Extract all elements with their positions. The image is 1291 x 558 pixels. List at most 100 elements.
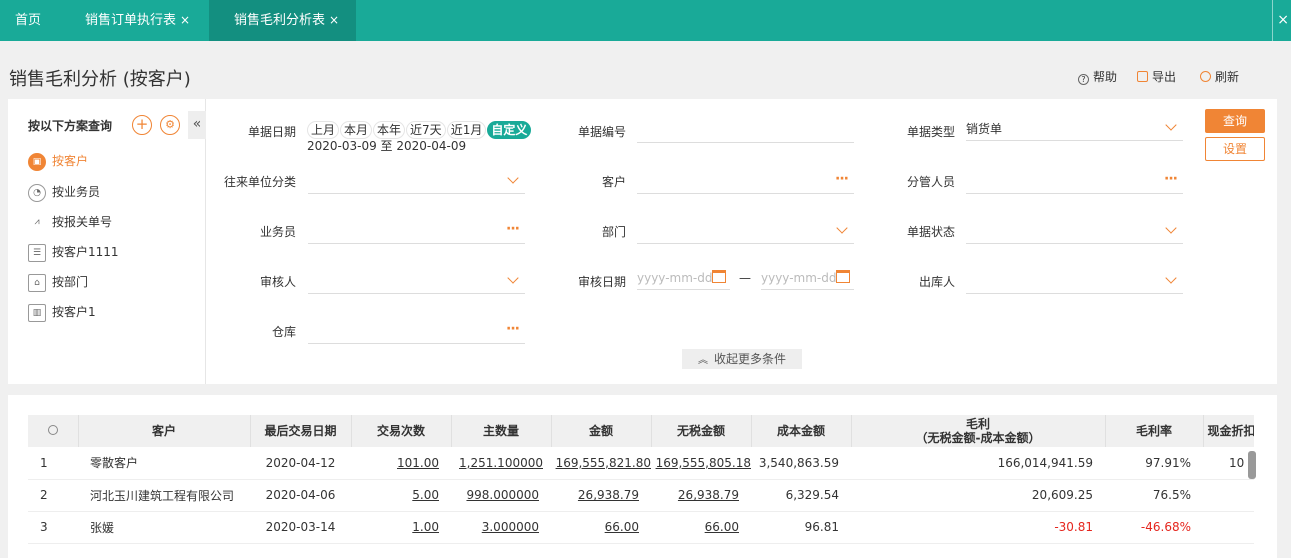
- query-button[interactable]: 查询: [1205, 109, 1265, 133]
- vertical-scrollbar-thumb[interactable]: [1248, 451, 1256, 479]
- qty-link[interactable]: 1,251.100000: [459, 456, 543, 470]
- header-margin-rate[interactable]: 毛利率: [1105, 415, 1204, 447]
- row-number: 3: [28, 511, 78, 544]
- fold-conditions-button[interactable]: ︽ 收起更多条件: [682, 349, 802, 369]
- table-row[interactable]: 1 零散客户 2020-04-12 101.00 1,251.100000 16…: [28, 447, 1254, 480]
- amount-link[interactable]: 26,938.79: [578, 488, 639, 502]
- header-cost[interactable]: 成本金额: [751, 415, 852, 447]
- scheme-item-customs-no[interactable]: ⩘ 按报关单号: [28, 212, 112, 232]
- amount-link[interactable]: 169,555,821.80: [556, 456, 651, 470]
- header-qty[interactable]: 主数量: [451, 415, 552, 447]
- date-range-value[interactable]: 2020-03-09 至 2020-04-09: [307, 137, 466, 154]
- count-link[interactable]: 1.00: [412, 520, 439, 534]
- close-icon[interactable]: ×: [180, 13, 190, 27]
- calendar-icon[interactable]: [836, 270, 850, 283]
- cell-amount[interactable]: 26,938.79: [551, 479, 651, 512]
- gear-icon: [47, 425, 58, 435]
- doc-no-input[interactable]: [637, 119, 854, 143]
- chevron-down-icon: [507, 172, 519, 184]
- scheme-settings-button[interactable]: ⚙: [160, 115, 180, 135]
- refresh-button[interactable]: 刷新: [1200, 68, 1239, 85]
- cell-amount[interactable]: 66.00: [551, 511, 651, 544]
- add-scheme-button[interactable]: +: [132, 115, 152, 135]
- cell-net-amount[interactable]: 26,938.79: [651, 479, 751, 512]
- net-amount-link[interactable]: 66.00: [705, 520, 739, 534]
- header-customer[interactable]: 客户: [78, 415, 251, 447]
- manager-input[interactable]: ···: [966, 170, 1183, 194]
- refresh-icon: [1200, 71, 1211, 82]
- cell-count[interactable]: 1.00: [351, 511, 451, 544]
- chevron-up-icon: ︽: [697, 355, 708, 366]
- scheme-item-salesman[interactable]: ◔ 按业务员: [28, 182, 100, 202]
- scheme-item-department[interactable]: ⌂ 按部门: [28, 272, 88, 292]
- collapse-sidebar-button[interactable]: «: [188, 111, 206, 139]
- cell-net-amount[interactable]: 169,555,805.18: [651, 447, 751, 480]
- more-icon[interactable]: ···: [506, 320, 520, 338]
- net-amount-link[interactable]: 169,555,805.18: [656, 456, 751, 470]
- cell-net-amount[interactable]: 66.00: [651, 511, 751, 544]
- qty-link[interactable]: 998.000000: [466, 488, 539, 502]
- more-icon[interactable]: ···: [1164, 170, 1178, 188]
- export-button[interactable]: 导出: [1137, 68, 1176, 85]
- scheme-item-customer-1111[interactable]: ☰ 按客户1111: [28, 242, 119, 262]
- doc-status-label: 单据状态: [906, 225, 955, 239]
- close-icon[interactable]: ×: [329, 13, 339, 27]
- header-cash-discount[interactable]: 现金折扣: [1203, 415, 1254, 447]
- help-button[interactable]: ? 帮助: [1078, 68, 1117, 85]
- net-amount-link[interactable]: 26,938.79: [678, 488, 739, 502]
- amount-link[interactable]: 66.00: [605, 520, 639, 534]
- shipper-select[interactable]: [966, 270, 1183, 294]
- cell-qty[interactable]: 998.000000: [451, 479, 551, 512]
- page-title: 销售毛利分析 (按客户): [9, 69, 191, 90]
- scheme-item-customer[interactable]: ▣ 按客户: [28, 151, 88, 171]
- chip-custom[interactable]: 自定义: [487, 121, 532, 139]
- column-settings-header[interactable]: [28, 415, 79, 447]
- header-margin[interactable]: 毛利 （无税金额-成本金额）: [851, 415, 1106, 447]
- cell-qty[interactable]: 3.000000: [451, 511, 551, 544]
- table-row[interactable]: 2 河北玉川建筑工程有限公司 2020-04-06 5.00 998.00000…: [28, 479, 1254, 512]
- result-table: 客户 最后交易日期 交易次数 主数量 金额 无税金额 成本金额 毛利 （无税金额-…: [28, 415, 1254, 558]
- table-row[interactable]: 3 张媛 2020-03-14 1.00 3.000000 66.00 66.0…: [28, 511, 1254, 544]
- export-label: 导出: [1152, 70, 1177, 84]
- warehouse-input[interactable]: ···: [308, 320, 525, 344]
- doc-type-select[interactable]: 销货单: [966, 117, 1183, 141]
- doc-type-label: 单据类型: [906, 125, 955, 139]
- qty-link[interactable]: 3.000000: [482, 520, 539, 534]
- more-icon[interactable]: ···: [506, 220, 520, 238]
- cell-cash-discount: 10: [1203, 447, 1254, 480]
- customer-input[interactable]: ···: [637, 170, 854, 194]
- cell-count[interactable]: 5.00: [351, 479, 451, 512]
- doc-date-label: 单据日期: [247, 125, 296, 139]
- header-last-date[interactable]: 最后交易日期: [250, 415, 352, 447]
- cell-cost: 96.81: [751, 511, 851, 544]
- row-number: 2: [28, 479, 78, 512]
- cell-count[interactable]: 101.00: [351, 447, 451, 480]
- window-close-icon[interactable]: ×: [1272, 0, 1289, 41]
- doc-status-select[interactable]: [966, 220, 1183, 244]
- more-icon[interactable]: ···: [835, 170, 849, 188]
- cell-amount[interactable]: 169,555,821.80: [551, 447, 651, 480]
- header-amount[interactable]: 金额: [551, 415, 652, 447]
- audit-date-start[interactable]: yyyy-mm-dd: [637, 266, 730, 290]
- header-net-amount[interactable]: 无税金额: [651, 415, 752, 447]
- count-link[interactable]: 5.00: [412, 488, 439, 502]
- header-count[interactable]: 交易次数: [351, 415, 452, 447]
- audit-date-end[interactable]: yyyy-mm-dd: [761, 266, 854, 290]
- table-header-row: 客户 最后交易日期 交易次数 主数量 金额 无税金额 成本金额 毛利 （无税金额-…: [28, 415, 1254, 447]
- tab-sales-margin-analysis[interactable]: 销售毛利分析表 ×: [209, 0, 356, 41]
- salesman-input[interactable]: ···: [308, 220, 525, 244]
- scheme-item-customer-1[interactable]: ▥ 按客户1: [28, 302, 96, 322]
- chevron-down-icon: [1165, 119, 1177, 131]
- date-placeholder: yyyy-mm-dd: [761, 271, 837, 285]
- auditor-select[interactable]: [308, 270, 525, 294]
- count-link[interactable]: 101.00: [397, 456, 439, 470]
- tab-home[interactable]: 首页: [15, 0, 41, 41]
- chevron-down-icon: [836, 222, 848, 234]
- help-icon: ?: [1078, 74, 1089, 85]
- dept-select[interactable]: [637, 220, 854, 244]
- partner-class-select[interactable]: [308, 170, 525, 194]
- tab-sales-order-execution[interactable]: 销售订单执行表 ×: [85, 0, 190, 41]
- calendar-icon[interactable]: [712, 270, 726, 283]
- cell-qty[interactable]: 1,251.100000: [451, 447, 551, 480]
- settings-button[interactable]: 设置: [1205, 137, 1265, 161]
